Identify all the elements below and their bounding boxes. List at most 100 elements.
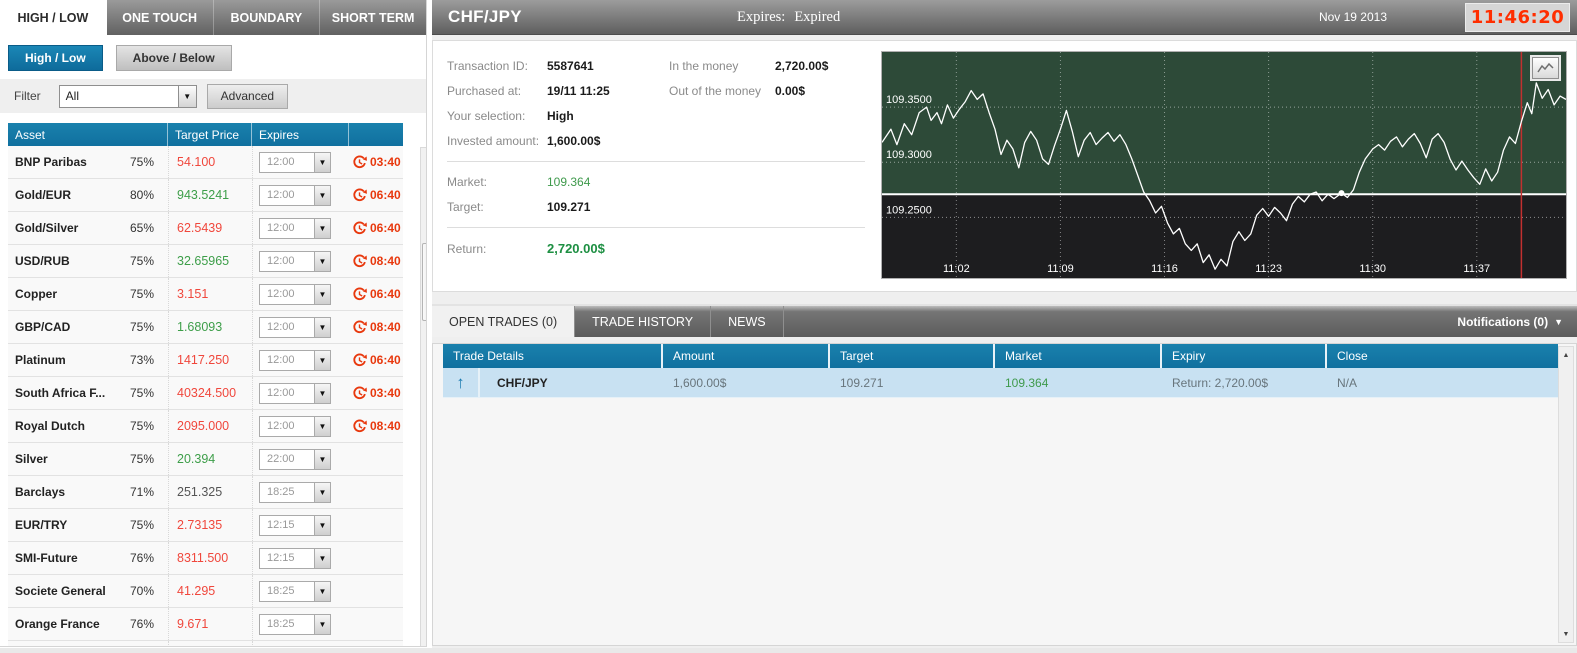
asset-row-platinum[interactable]: Platinum73%1417.25012:00▼06:40 bbox=[8, 344, 403, 377]
line-chart-icon bbox=[1537, 62, 1554, 74]
asset-table: Asset Target Price Expires BNP Paribas75… bbox=[8, 123, 418, 647]
payout-percent: 75% bbox=[130, 518, 154, 532]
filter-row: Filter All ▼ Advanced bbox=[0, 79, 426, 113]
expiry-dropdown[interactable]: 12:15▼ bbox=[259, 548, 331, 569]
tab-news[interactable]: NEWS bbox=[711, 306, 784, 337]
return-label: Return: bbox=[447, 242, 547, 256]
column-header-expires: Expires bbox=[252, 123, 349, 146]
expiry-dropdown[interactable]: 18:25▼ bbox=[259, 581, 331, 602]
notifications-toggle[interactable]: Notifications (0) ▼ bbox=[1457, 306, 1577, 337]
button-above-below[interactable]: Above / Below bbox=[116, 45, 232, 71]
dropdown-arrow-icon[interactable]: ▼ bbox=[314, 615, 330, 634]
dropdown-arrow-icon[interactable]: ▼ bbox=[314, 351, 330, 370]
target-price bbox=[168, 641, 252, 647]
asset-row-gold-silver[interactable]: Gold/Silver65%62.543912:00▼06:40 bbox=[8, 212, 403, 245]
expiry-dropdown[interactable]: 12:00▼ bbox=[259, 383, 331, 404]
dropdown-arrow-icon[interactable]: ▼ bbox=[314, 219, 330, 238]
target-price: 54.100 bbox=[168, 146, 252, 178]
asset-row-copper[interactable]: Copper75%3.15112:00▼06:40 bbox=[8, 278, 403, 311]
countdown-clock-icon bbox=[352, 221, 367, 236]
asset-row-societe-general[interactable]: Societe General70%41.29518:25▼ bbox=[8, 575, 403, 608]
dropdown-arrow-icon[interactable]: ▼ bbox=[314, 483, 330, 502]
target-price: 251.325 bbox=[168, 476, 252, 508]
asset-row-orange-france[interactable]: Orange France76%9.67118:25▼ bbox=[8, 608, 403, 641]
dropdown-arrow-icon[interactable]: ▼ bbox=[314, 384, 330, 403]
column-header-close: Close bbox=[1327, 344, 1558, 368]
trade-row-chf-jpy[interactable]: ↑CHF/JPY1,600.00$109.271109.364Return: 2… bbox=[443, 368, 1558, 398]
option-mode-buttons: High / Low Above / Below bbox=[0, 35, 426, 79]
expiry-dropdown-value: 12:00 bbox=[260, 186, 314, 205]
expiry-dropdown-value: 12:00 bbox=[260, 384, 314, 403]
expiry-dropdown[interactable]: 12:15▼ bbox=[259, 515, 331, 536]
trade-asset-name: CHF/JPY bbox=[480, 376, 548, 390]
dropdown-arrow-icon[interactable]: ▼ bbox=[178, 86, 196, 107]
dropdown-arrow-icon[interactable]: ▼ bbox=[314, 285, 330, 304]
asset-row-eur-try[interactable]: EUR/TRY75%2.7313512:15▼ bbox=[8, 509, 403, 542]
expiry-dropdown[interactable]: 22:00▼ bbox=[259, 449, 331, 470]
asset-row-bnp-paribas[interactable]: BNP Paribas75%54.10012:00▼03:40 bbox=[8, 146, 403, 179]
asset-row-gold-eur[interactable]: Gold/EUR80%943.524112:00▼06:40 bbox=[8, 179, 403, 212]
countdown-clock-icon bbox=[352, 353, 367, 368]
expiry-dropdown[interactable]: 12:00▼ bbox=[259, 251, 331, 272]
dropdown-arrow-icon[interactable]: ▼ bbox=[314, 417, 330, 436]
advanced-button[interactable]: Advanced bbox=[207, 84, 288, 109]
asset-name: EUR/TRY bbox=[15, 518, 67, 532]
asset-row-south-africa-f[interactable]: South Africa F...75%40324.50012:00▼03:40 bbox=[8, 377, 403, 410]
in-money-label: In the money bbox=[669, 59, 775, 73]
scroll-down-icon[interactable]: ▼ bbox=[421, 632, 427, 647]
dropdown-arrow-icon[interactable]: ▼ bbox=[314, 186, 330, 205]
chart-type-button[interactable] bbox=[1532, 57, 1559, 79]
asset-row-usd-rub[interactable]: USD/RUB75%32.6596512:00▼08:40 bbox=[8, 245, 403, 278]
payout-percent: 75% bbox=[130, 320, 154, 334]
scrollbar-thumb[interactable]: ≡ bbox=[422, 243, 427, 321]
dropdown-arrow-icon[interactable]: ▼ bbox=[314, 450, 330, 469]
dropdown-arrow-icon[interactable]: ▼ bbox=[314, 252, 330, 271]
expiry-dropdown[interactable]: 12:00▼ bbox=[259, 350, 331, 371]
asset-name: USD/RUB bbox=[15, 254, 70, 268]
expiry-dropdown[interactable]: 12:00▼ bbox=[259, 152, 331, 173]
expiry-dropdown-value: 12:15 bbox=[260, 516, 314, 535]
chevron-down-icon: ▼ bbox=[1554, 317, 1563, 327]
expiry-dropdown[interactable]: 12:00▼ bbox=[259, 416, 331, 437]
scroll-up-icon[interactable]: ▲ bbox=[1559, 347, 1573, 363]
expiry-dropdown[interactable]: 12:00▼ bbox=[259, 284, 331, 305]
filter-select[interactable]: All ▼ bbox=[59, 85, 197, 108]
column-header-target: Target bbox=[830, 344, 995, 368]
x-axis-label: 11:16 bbox=[1151, 263, 1178, 275]
tab-trade-history[interactable]: TRADE HISTORY bbox=[575, 306, 711, 337]
expiry-dropdown[interactable]: 12:00▼ bbox=[259, 317, 331, 338]
scroll-up-icon[interactable]: ▲ bbox=[421, 148, 427, 164]
trade-detail-panel: CHF/JPY Expires:Expired Nov 19 2013 11:4… bbox=[432, 0, 1577, 648]
asset-row-silver[interactable]: Silver75%20.39422:00▼ bbox=[8, 443, 403, 476]
tab-short-term[interactable]: SHORT TERM bbox=[320, 0, 426, 35]
dropdown-arrow-icon[interactable]: ▼ bbox=[314, 318, 330, 337]
expiry-dropdown[interactable]: 18:25▼ bbox=[259, 614, 331, 635]
tab-high-low[interactable]: HIGH / LOW bbox=[0, 0, 107, 35]
expiry-dropdown[interactable]: ▼ bbox=[259, 647, 331, 648]
dropdown-arrow-icon[interactable]: ▼ bbox=[314, 582, 330, 601]
asset-row-royal-dutch[interactable]: Royal Dutch75%2095.00012:00▼08:40 bbox=[8, 410, 403, 443]
asset-row-gbp-cad[interactable]: GBP/CAD75%1.6809312:00▼08:40 bbox=[8, 311, 403, 344]
expiry-dropdown[interactable]: 12:00▼ bbox=[259, 185, 331, 206]
expiry-dropdown[interactable]: 18:25▼ bbox=[259, 482, 331, 503]
tab-open-trades-0[interactable]: OPEN TRADES (0) bbox=[432, 306, 575, 337]
button-high-low[interactable]: High / Low bbox=[8, 45, 103, 71]
dropdown-arrow-icon[interactable]: ▼ bbox=[314, 549, 330, 568]
asset-row-smi-future[interactable]: SMI-Future76%8311.50012:15▼ bbox=[8, 542, 403, 575]
price-chart-svg: 109.3500109.3000109.250011:0211:0911:161… bbox=[882, 52, 1566, 278]
tab-boundary[interactable]: BOUNDARY bbox=[214, 0, 321, 35]
asset-list-scrollbar[interactable]: ▲ ≡ ▼ bbox=[420, 147, 427, 647]
open-trades-scrollbar[interactable]: ▲ ▼ bbox=[1558, 346, 1574, 643]
out-money-label: Out of the money bbox=[669, 84, 775, 98]
dropdown-arrow-icon[interactable]: ▼ bbox=[314, 516, 330, 535]
tab-one-touch[interactable]: ONE TOUCH bbox=[107, 0, 214, 35]
scroll-down-icon[interactable]: ▼ bbox=[1559, 626, 1573, 642]
asset-row[interactable]: ▼ bbox=[8, 641, 403, 647]
asset-row-barclays[interactable]: Barclays71%251.32518:25▼ bbox=[8, 476, 403, 509]
countdown-time: 03:40 bbox=[370, 155, 401, 169]
purchased-at-value: 19/11 11:25 bbox=[547, 84, 669, 98]
expires-status: Expires:Expired bbox=[737, 9, 840, 26]
expiry-dropdown[interactable]: 12:00▼ bbox=[259, 218, 331, 239]
dropdown-arrow-icon[interactable]: ▼ bbox=[314, 153, 330, 172]
asset-name: Platinum bbox=[15, 353, 66, 367]
